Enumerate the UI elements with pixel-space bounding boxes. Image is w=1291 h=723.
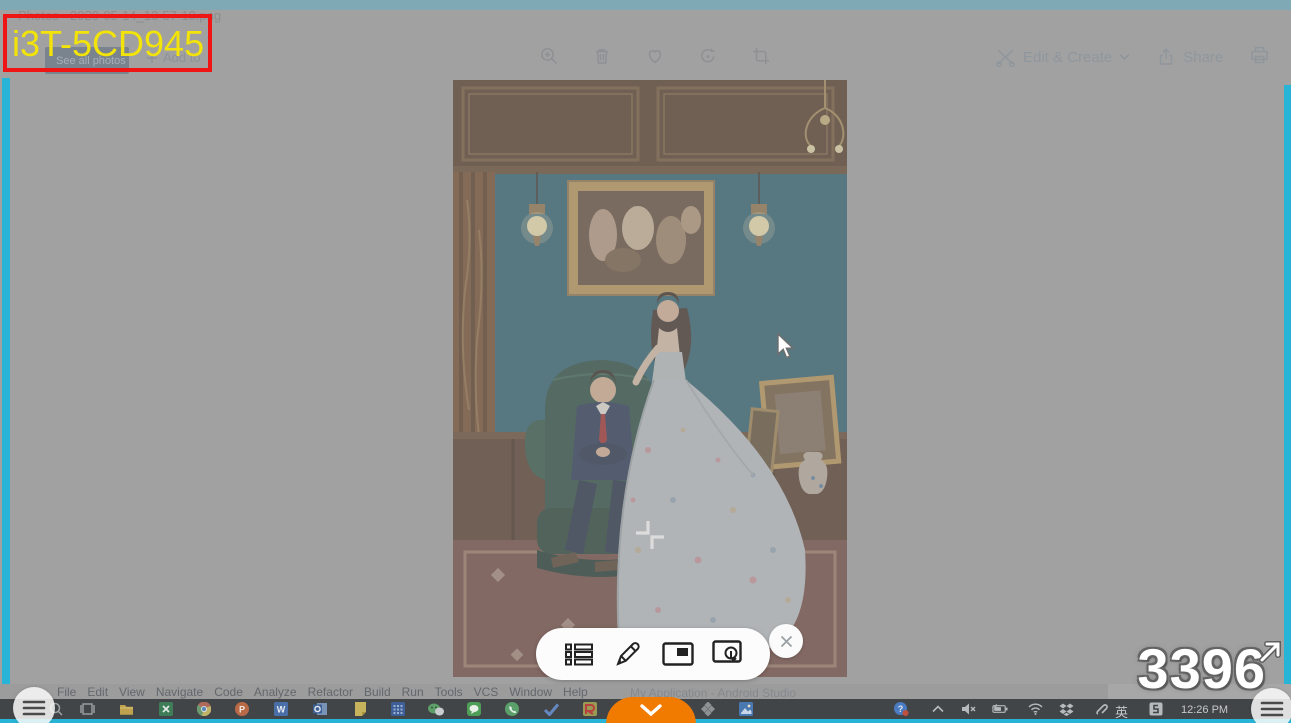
whatsapp-icon[interactable] <box>504 701 520 717</box>
menu-item-file[interactable]: File <box>57 685 76 699</box>
menu-item-edit[interactable]: Edit <box>87 685 108 699</box>
screen-view-button[interactable] <box>662 638 694 670</box>
menu-item-refactor[interactable]: Refactor <box>308 685 353 699</box>
menu-item-run[interactable]: Run <box>402 685 424 699</box>
session-counter: 3396 <box>1098 636 1266 701</box>
favorite-button[interactable] <box>644 45 666 67</box>
pen-button[interactable] <box>612 638 644 670</box>
photos-app-icon[interactable] <box>738 701 754 717</box>
chrome-icon[interactable] <box>196 701 212 717</box>
overlay-menu-button-left[interactable] <box>13 687 55 723</box>
close-icon <box>779 634 794 649</box>
notes-icon[interactable] <box>352 701 368 717</box>
menu-item-analyze[interactable]: Analyze <box>254 685 297 699</box>
check-app-icon[interactable] <box>543 701 559 717</box>
battery-icon[interactable] <box>992 701 1008 717</box>
svg-text:W: W <box>277 704 286 714</box>
crop-button[interactable] <box>750 45 772 67</box>
menu-item-code[interactable]: Code <box>214 685 243 699</box>
hamburger-icon <box>22 699 46 717</box>
annotation-toolbar <box>536 628 770 680</box>
clock[interactable]: 12:26 PM <box>1181 704 1228 716</box>
calendar-grid-icon[interactable] <box>390 701 406 717</box>
wechat-icon[interactable] <box>428 701 444 717</box>
ime-language-label[interactable]: 英 <box>1115 702 1128 721</box>
excel-icon[interactable] <box>158 701 174 717</box>
menu-item-window[interactable]: Window <box>509 685 552 699</box>
menu-item-navigate[interactable]: Navigate <box>156 685 203 699</box>
screen: Photos - 2020-05-14_13-57-18.png See all… <box>0 0 1291 723</box>
share-button[interactable]: Share <box>1156 47 1223 67</box>
edit-create-label: Edit & Create <box>1023 49 1112 66</box>
menu-item-build[interactable]: Build <box>364 685 391 699</box>
right-edge-strip <box>1284 85 1291 723</box>
print-button[interactable] <box>1249 44 1270 70</box>
top-edge-strip <box>0 0 1291 10</box>
device-id-label: i3T-5CD945 <box>12 23 204 65</box>
svg-text:P: P <box>239 704 245 714</box>
overlay-menu-button-right[interactable] <box>1251 688 1291 723</box>
chevron-down-white-icon <box>640 704 662 717</box>
expand-arrow-icon[interactable] <box>1256 638 1284 666</box>
move-crosshair-icon <box>633 518 667 552</box>
photos-right-toolbar: Edit & Create Share <box>995 44 1291 70</box>
rotate-button[interactable] <box>697 45 719 67</box>
wedding-photo <box>453 80 847 677</box>
hamburger-icon <box>1260 700 1284 718</box>
menu-list-button[interactable] <box>563 638 595 670</box>
delete-button[interactable] <box>591 45 613 67</box>
edit-create-icon <box>995 47 1016 68</box>
line-icon[interactable] <box>466 701 482 717</box>
powerpoint-icon[interactable]: P <box>234 701 250 717</box>
task-view-icon[interactable] <box>79 701 95 717</box>
wifi-icon[interactable] <box>1027 701 1043 717</box>
chevron-down-icon <box>1119 53 1130 61</box>
menu-item-tools[interactable]: Tools <box>435 685 463 699</box>
ime-mode-icon[interactable] <box>1148 701 1164 717</box>
file-explorer-icon[interactable] <box>118 701 134 717</box>
left-edge-strip <box>2 78 10 723</box>
chevron-up-icon[interactable] <box>930 701 946 717</box>
diamond-app-icon[interactable] <box>700 701 716 717</box>
edit-create-button[interactable]: Edit & Create <box>995 47 1130 68</box>
share-icon <box>1156 47 1176 67</box>
svg-text:?: ? <box>898 704 904 714</box>
mouse-cursor <box>776 333 795 360</box>
close-toolbar-button[interactable] <box>769 624 803 658</box>
r-app-icon[interactable] <box>582 701 598 717</box>
outlook-icon[interactable] <box>312 701 328 717</box>
photos-toolbar <box>538 45 772 67</box>
word-icon[interactable]: W <box>273 701 289 717</box>
volume-muted-icon[interactable] <box>960 701 976 717</box>
connector-tray-icon[interactable] <box>1093 701 1109 717</box>
menu-item-vcs[interactable]: VCS <box>474 685 499 699</box>
menu-item-view[interactable]: View <box>119 685 145 699</box>
annotation-red-box: i3T-5CD945 <box>3 14 212 72</box>
share-label: Share <box>1183 49 1223 66</box>
dropbox-icon[interactable] <box>1058 701 1074 717</box>
help-tray-icon[interactable]: ? <box>893 701 909 717</box>
zoom-button[interactable] <box>538 45 560 67</box>
touch-control-button[interactable] <box>711 638 743 670</box>
collapse-toolbar-button[interactable] <box>606 697 696 723</box>
menu-item-help[interactable]: Help <box>563 685 588 699</box>
